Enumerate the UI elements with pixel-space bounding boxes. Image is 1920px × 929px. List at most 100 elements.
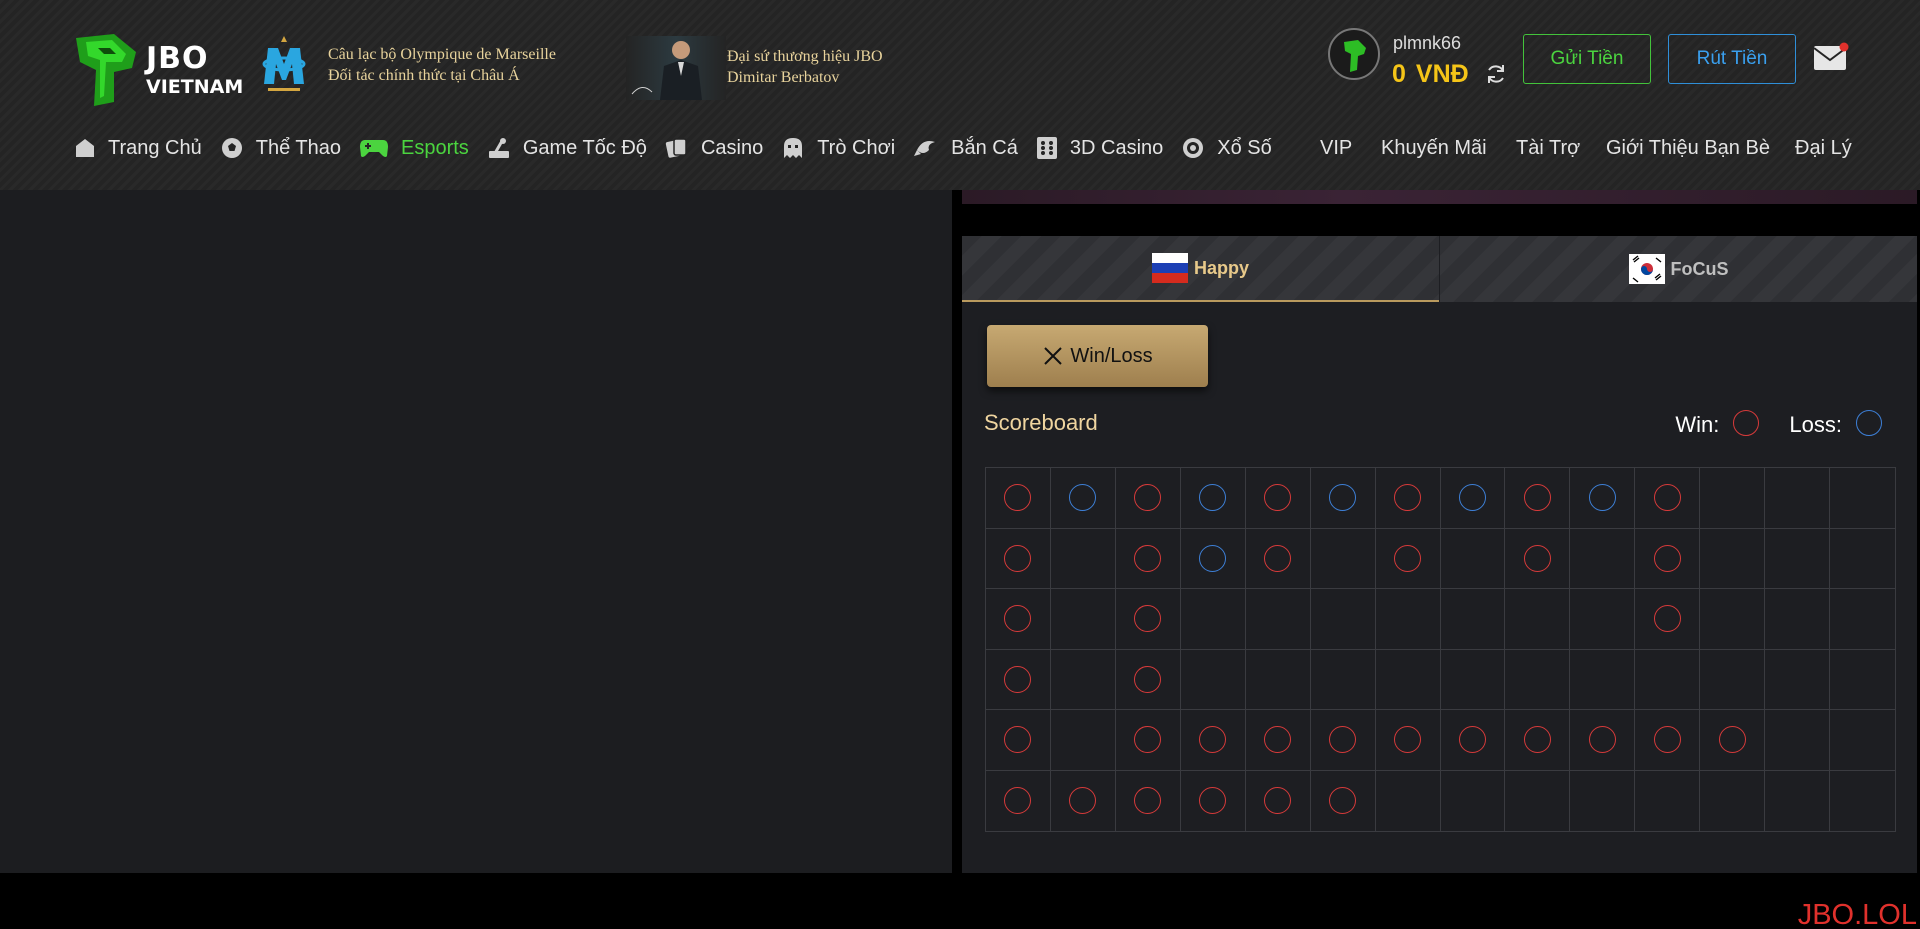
scoreboard-cell	[1635, 710, 1701, 771]
nav-item-referral[interactable]: Giới Thiệu Bạn Bè	[1606, 128, 1770, 168]
scoreboard-cell	[1505, 710, 1571, 771]
nav-item-home[interactable]: Trang Chủ	[74, 137, 202, 160]
loss-legend-circle	[1856, 410, 1882, 436]
win-marker	[1069, 787, 1097, 815]
scoreboard-cell	[1570, 770, 1636, 831]
loss-marker	[1069, 484, 1097, 512]
win-marker	[1134, 665, 1162, 693]
win-marker	[1329, 787, 1357, 815]
nav-item-speed-games[interactable]: Game Tốc Độ	[487, 137, 647, 160]
scoreboard-cell	[1765, 770, 1831, 831]
nav-item-3d-casino[interactable]: 3D Casino	[1036, 136, 1163, 160]
panel-gap	[962, 204, 1917, 236]
deposit-button[interactable]: Gửi Tiền	[1523, 34, 1651, 84]
win-marker	[1134, 605, 1162, 633]
avatar[interactable]	[1328, 28, 1380, 80]
mail-icon[interactable]	[1813, 42, 1849, 72]
win-marker	[1394, 484, 1422, 512]
scoreboard-cell	[1376, 770, 1441, 831]
scoreboard-cell	[1180, 710, 1246, 771]
scoreboard-cell	[1310, 710, 1376, 771]
team2-name: FoCuS	[1670, 258, 1729, 279]
tab-team-focus[interactable]: FoCuS	[1439, 236, 1917, 302]
win-marker	[1264, 726, 1292, 754]
nav-item-sports[interactable]: Thể Thao	[220, 136, 341, 160]
win-marker	[1523, 726, 1551, 754]
win-marker	[1004, 726, 1032, 754]
win-marker	[1199, 787, 1227, 815]
scoreboard-cell	[1700, 528, 1766, 589]
loss-marker	[1199, 484, 1227, 512]
nav-item-casino[interactable]: Casino	[665, 136, 763, 160]
scoreboard-cell	[1180, 589, 1246, 650]
gamepad-icon	[360, 140, 388, 157]
ambassador-photo	[626, 36, 726, 100]
south-korea-flag-icon	[1628, 254, 1665, 284]
scoreboard-cell	[1115, 710, 1181, 771]
scoreboard-cell	[1375, 649, 1441, 710]
joystick-icon	[488, 138, 509, 158]
win-marker	[1653, 726, 1681, 754]
nav-item-esports[interactable]: Esports	[359, 137, 469, 160]
scoreboard-cell	[1505, 770, 1571, 831]
logo-wordmark: JBO VIETNAM	[146, 44, 243, 97]
scoreboard-cell	[1375, 468, 1441, 529]
win-loss-button[interactable]: Win/Loss	[987, 325, 1208, 387]
nav-item-vip[interactable]: VIP	[1320, 128, 1352, 168]
scoreboard-cell	[1115, 468, 1181, 529]
win-marker	[1329, 726, 1357, 754]
nav-item-fishing[interactable]: Bắn Cá	[913, 136, 1018, 160]
logo-line1: JBO	[146, 41, 209, 76]
dice-icon	[1036, 137, 1057, 159]
scoreboard-cell	[1115, 589, 1181, 650]
team1-name: Happy	[1193, 257, 1249, 278]
win-marker	[1264, 544, 1292, 572]
scoreboard-cell	[1765, 468, 1831, 529]
scoreboard-cell	[1830, 468, 1895, 529]
cards-icon	[665, 138, 687, 158]
win-legend-label: Win:	[1675, 412, 1720, 437]
balance-amount: 0	[1392, 60, 1406, 88]
scoreboard-cell	[1440, 710, 1506, 771]
scoreboard-cell	[1181, 770, 1246, 831]
site-header: JBO VIETNAM Câu lạc bộ Olympique de Mars…	[0, 0, 1920, 190]
nav-item-agent[interactable]: Đại Lý	[1795, 128, 1852, 168]
win-marker	[1134, 787, 1162, 815]
scoreboard-cell	[1180, 528, 1246, 589]
scoreboard-cell	[1440, 649, 1506, 710]
scoreboard-cell	[1635, 649, 1701, 710]
scoreboard-cell	[986, 770, 1051, 831]
nav-item-lottery[interactable]: Xổ Số	[1181, 136, 1272, 160]
olympique-marseille-logo	[262, 36, 306, 91]
scoreboard-cell	[1375, 589, 1441, 650]
refresh-icon[interactable]	[1484, 62, 1508, 86]
scoreboard-cell	[1245, 589, 1311, 650]
nav-item-sponsorship[interactable]: Tài Trợ	[1516, 128, 1580, 168]
home-icon	[76, 139, 94, 157]
scoreboard-cell	[1440, 468, 1506, 529]
scoreboard-cell	[1765, 589, 1831, 650]
nav-item-promotions[interactable]: Khuyến Mãi	[1381, 128, 1487, 168]
ambassador-line1: Đại sứ thương hiệu JBO	[727, 48, 883, 65]
withdraw-button[interactable]: Rút Tiền	[1668, 34, 1796, 84]
nav-label: Giới Thiệu Bạn Bè	[1606, 136, 1770, 159]
scoreboard-cell	[1700, 649, 1766, 710]
nav-label: Casino	[700, 136, 764, 159]
scoreboard-cell	[1246, 770, 1311, 831]
scoreboard-cell	[1570, 710, 1636, 771]
scoreboard-cell	[1570, 649, 1636, 710]
tab-team-happy[interactable]: Happy	[962, 236, 1439, 302]
scoreboard-cell	[986, 649, 1051, 710]
win-marker	[1199, 726, 1227, 754]
balance-display: 0 VNĐ	[1392, 60, 1469, 89]
scoreboard-cell	[1635, 528, 1701, 589]
scoreboard-cell	[1635, 589, 1701, 650]
scoreboard-cell	[1505, 649, 1571, 710]
nav-item-games[interactable]: Trò Chơi	[781, 136, 895, 160]
jbo-logo[interactable]: JBO VIETNAM	[74, 32, 243, 106]
partner-line2: Đối tác chính thức tại Châu Á	[328, 67, 520, 84]
nav-label: VIP	[1320, 136, 1353, 159]
scoreboard-cell	[1765, 528, 1831, 589]
scoreboard-cell	[1051, 770, 1116, 831]
scoreboard-cell	[1440, 589, 1506, 650]
